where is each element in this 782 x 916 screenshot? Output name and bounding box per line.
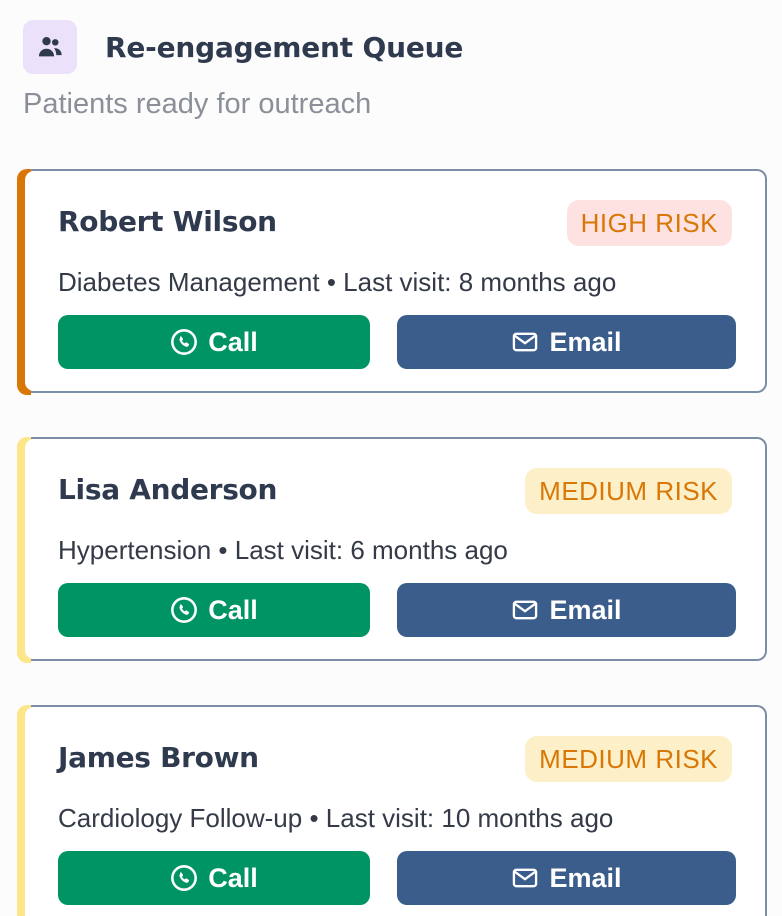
patient-name: James Brown — [58, 741, 259, 774]
mail-icon — [513, 600, 538, 620]
email-button[interactable]: Email — [397, 583, 736, 637]
phone-icon — [171, 597, 198, 623]
patient-detail: Cardiology Follow-up • Last visit: 10 mo… — [58, 803, 614, 833]
page-subtitle: Patients ready for outreach — [23, 88, 372, 120]
reengagement-panel: Re-engagement Queue Patients ready for o… — [0, 0, 782, 916]
call-button[interactable]: Call — [58, 851, 370, 905]
patient-name: Lisa Anderson — [58, 473, 278, 506]
email-button[interactable]: Email — [397, 851, 736, 905]
risk-badge: HIGH RISK — [566, 200, 732, 246]
panel-header: Re-engagement Queue — [23, 20, 463, 74]
email-button[interactable]: Email — [397, 315, 736, 369]
phone-icon — [171, 865, 198, 891]
patient-card[interactable]: Robert Wilson HIGH RISK Diabetes Managem… — [17, 169, 767, 395]
card-body: James Brown MEDIUM RISK Cardiology Follo… — [25, 707, 765, 916]
mail-icon — [513, 332, 538, 352]
email-button-label: Email — [549, 862, 622, 893]
risk-badge: MEDIUM RISK — [525, 736, 732, 782]
call-button-label: Call — [208, 594, 258, 625]
email-button-label: Email — [549, 594, 622, 625]
patient-card[interactable]: James Brown MEDIUM RISK Cardiology Follo… — [17, 705, 767, 916]
page-title: Re-engagement Queue — [105, 30, 464, 64]
call-button-label: Call — [208, 326, 258, 357]
users-icon — [23, 20, 77, 74]
mail-icon — [513, 868, 538, 888]
patient-detail: Diabetes Management • Last visit: 8 mont… — [58, 267, 617, 297]
risk-badge: MEDIUM RISK — [525, 468, 732, 514]
card-body: Robert Wilson HIGH RISK Diabetes Managem… — [25, 171, 765, 391]
patient-name: Robert Wilson — [58, 205, 277, 238]
patient-card[interactable]: Lisa Anderson MEDIUM RISK Hypertension •… — [17, 437, 767, 663]
card-body: Lisa Anderson MEDIUM RISK Hypertension •… — [25, 439, 765, 659]
call-button-label: Call — [208, 862, 258, 893]
patient-detail: Hypertension • Last visit: 6 months ago — [58, 535, 508, 565]
phone-icon — [171, 329, 198, 355]
call-button[interactable]: Call — [58, 315, 370, 369]
call-button[interactable]: Call — [58, 583, 370, 637]
email-button-label: Email — [549, 326, 622, 357]
